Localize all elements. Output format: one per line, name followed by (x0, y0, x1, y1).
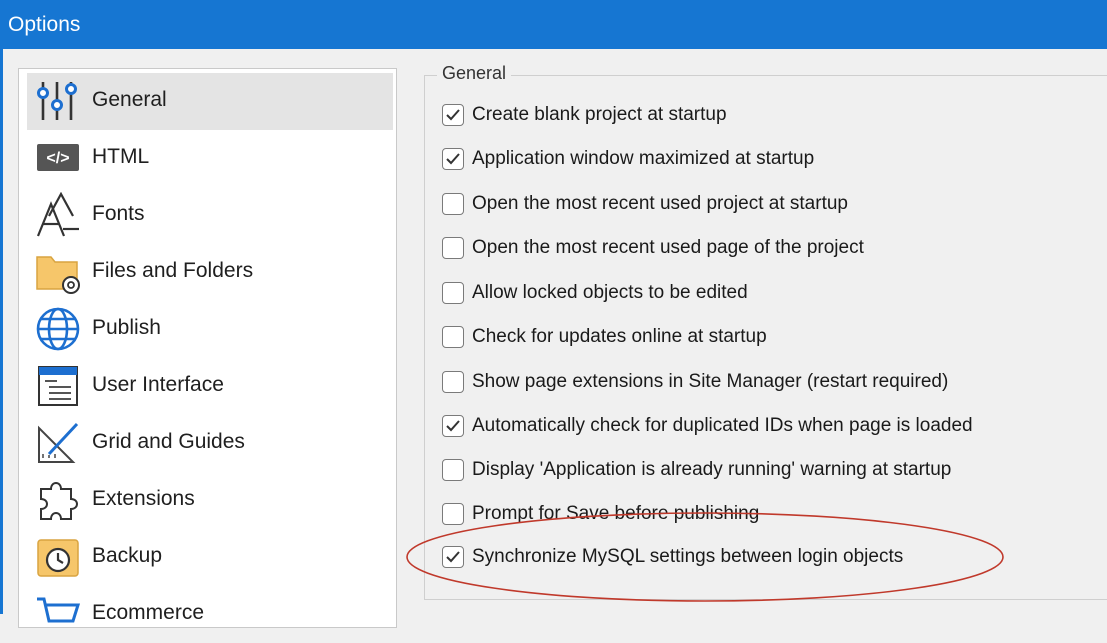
sidebar-item-label: Backup (92, 544, 163, 567)
option-label: Show page extensions in Site Manager (re… (472, 371, 949, 392)
option-label: Create blank project at startup (472, 104, 727, 125)
puzzle-icon (40, 482, 78, 520)
options-sidebar: General </> HTML Fonts Files and Folders… (18, 68, 397, 628)
sidebar-item-label: Extensions (92, 487, 195, 510)
general-group-title: General (437, 63, 512, 84)
window-icon (38, 366, 78, 406)
checkbox-unchecked[interactable] (442, 326, 464, 348)
sidebar-item-general[interactable]: General (27, 73, 393, 130)
option-label: Application window maximized at startup (472, 148, 815, 169)
checkbox-checked[interactable] (442, 546, 464, 568)
checkbox-checked[interactable] (442, 415, 464, 437)
check-icon (446, 551, 460, 563)
globe-icon (36, 307, 80, 351)
checkbox-unchecked[interactable] (442, 371, 464, 393)
option-label: Automatically check for duplicated IDs w… (472, 415, 973, 436)
checkbox-unchecked[interactable] (442, 237, 464, 259)
backup-clock-icon (37, 539, 79, 577)
sidebar-item-fonts[interactable]: Fonts (27, 187, 393, 244)
sidebar-item-backup[interactable]: Backup (27, 529, 393, 586)
code-icon: </> (37, 144, 79, 171)
window-title: Options (8, 13, 81, 36)
option-label: Open the most recent used page of the pr… (472, 237, 864, 258)
sidebar-item-extensions[interactable]: Extensions (27, 472, 393, 529)
svg-text:</>: </> (46, 150, 69, 167)
option-label: Synchronize MySQL settings between login… (472, 546, 904, 567)
check-icon (446, 109, 460, 121)
checkbox-unchecked[interactable] (442, 282, 464, 304)
checkbox-unchecked[interactable] (442, 503, 464, 525)
sidebar-item-ecommerce[interactable]: Ecommerce (27, 586, 393, 643)
sidebar-item-label: User Interface (92, 373, 224, 396)
checkbox-checked[interactable] (442, 104, 464, 126)
sidebar-item-label: Files and Folders (92, 259, 254, 282)
sidebar-item-files-and-folders[interactable]: Files and Folders (27, 244, 393, 301)
check-icon (446, 420, 460, 432)
option-label: Check for updates online at startup (472, 326, 767, 347)
option-label: Prompt for Save before publishing (472, 503, 760, 524)
option-label: Open the most recent used project at sta… (472, 193, 848, 214)
sidebar-item-label: General (92, 88, 167, 111)
sidebar-item-label: Publish (92, 316, 161, 339)
sidebar-item-label: Fonts (92, 202, 145, 225)
window-frame (0, 49, 3, 614)
title-bar: Options (0, 0, 1107, 49)
option-label: Allow locked objects to be edited (472, 282, 748, 303)
cart-icon (37, 597, 81, 623)
fonts-icon (36, 192, 79, 237)
checkbox-unchecked[interactable] (442, 193, 464, 215)
option-label: Display 'Application is already running'… (472, 459, 952, 480)
sliders-icon (37, 82, 77, 120)
checkbox-unchecked[interactable] (442, 459, 464, 481)
check-icon (446, 153, 460, 165)
folder-gear-icon (36, 256, 80, 294)
sidebar-item-grid-and-guides[interactable]: Grid and Guides (27, 415, 393, 472)
sidebar-item-label: Grid and Guides (92, 430, 245, 453)
sidebar-item-publish[interactable]: Publish (27, 301, 393, 358)
sidebar-item-label: Ecommerce (92, 601, 205, 624)
sidebar-item-html[interactable]: </> HTML (27, 130, 393, 187)
sidebar-item-user-interface[interactable]: User Interface (27, 358, 393, 415)
checkbox-checked[interactable] (442, 148, 464, 170)
ruler-triangle-icon (38, 422, 79, 463)
sidebar-item-label: HTML (92, 145, 150, 168)
